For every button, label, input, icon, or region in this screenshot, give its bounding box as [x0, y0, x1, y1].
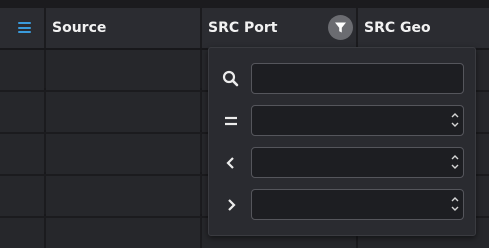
table-cell[interactable]: [0, 218, 44, 248]
table-cell[interactable]: [46, 134, 200, 174]
column-header-label: SRC Geo: [364, 20, 431, 36]
table-cell[interactable]: [46, 92, 200, 132]
table-cell[interactable]: [0, 50, 44, 90]
filter-row-less-than: [209, 147, 475, 179]
column-header-src-port[interactable]: SRC Port: [202, 8, 358, 48]
number-stepper-icon[interactable]: [450, 110, 460, 130]
filter-button[interactable]: [328, 15, 353, 40]
column-header-label: Source: [52, 20, 107, 36]
number-stepper-icon[interactable]: [450, 152, 460, 172]
table-cell[interactable]: [46, 50, 200, 90]
column-header-label: SRC Port: [208, 20, 278, 36]
search-icon: [221, 69, 241, 89]
column-header-source[interactable]: Source: [46, 8, 202, 48]
column-filter-popup: [208, 47, 476, 236]
table-cell[interactable]: [0, 92, 44, 132]
number-stepper-icon[interactable]: [450, 194, 460, 214]
hamburger-menu-icon[interactable]: [18, 22, 31, 33]
column-header-src-geo[interactable]: SRC Geo: [358, 8, 489, 48]
greater-than-number-input[interactable]: [251, 189, 464, 220]
chevron-left-icon: [221, 153, 241, 173]
table-cell[interactable]: [46, 218, 200, 248]
search-input[interactable]: [251, 63, 464, 94]
filter-row-equals: [209, 105, 475, 137]
table-header: Source SRC Port SRC Geo: [0, 8, 489, 50]
less-than-number-input[interactable]: [251, 147, 464, 178]
equals-icon: [221, 111, 241, 131]
funnel-filter-icon: [335, 22, 346, 33]
filter-row-greater-than: [209, 189, 475, 221]
chevron-right-icon: [221, 195, 241, 215]
table-cell[interactable]: [46, 176, 200, 216]
column-menu-cell[interactable]: [0, 8, 46, 48]
table-cell[interactable]: [0, 176, 44, 216]
filter-row-search: [209, 63, 475, 95]
data-table: Source SRC Port SRC Geo: [0, 0, 489, 248]
table-cell[interactable]: [0, 134, 44, 174]
equals-number-input[interactable]: [251, 105, 464, 136]
